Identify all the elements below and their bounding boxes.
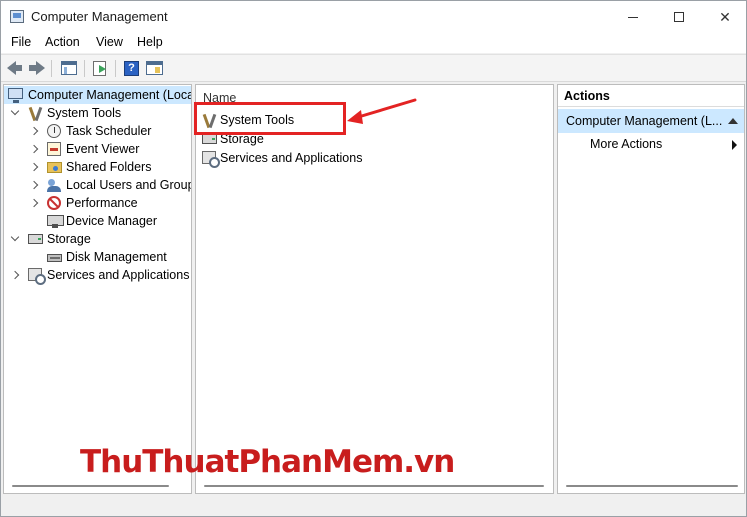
menu-action[interactable]: Action	[45, 35, 80, 49]
tree-item-event-viewer[interactable]: Event Viewer	[4, 140, 191, 158]
computer-management-window: Computer Management ✕ File Action View H…	[0, 0, 747, 517]
event-viewer-icon	[47, 142, 61, 156]
collapse-up-icon[interactable]	[728, 118, 738, 124]
scrollbar-thumb[interactable]	[204, 485, 544, 487]
forward-arrow-icon	[29, 61, 45, 75]
watermark-logo: ThuThuatPhanMem.vn	[80, 444, 455, 480]
maximize-button[interactable]	[656, 1, 702, 33]
storage-icon	[202, 134, 217, 144]
results-pane[interactable]: Name System Tools Storage Services and A…	[195, 84, 554, 494]
tree-root-computer-management[interactable]: Computer Management (Local	[4, 86, 191, 104]
more-actions-item[interactable]: More Actions	[590, 137, 662, 151]
clock-icon	[47, 124, 61, 138]
tree-item-label: Disk Management	[66, 250, 167, 264]
title-bar[interactable]: Computer Management ✕	[1, 1, 746, 33]
services-icon	[28, 268, 46, 285]
performance-icon	[47, 196, 61, 210]
menu-help[interactable]: Help	[137, 35, 163, 49]
tree-horizontal-scrollbar[interactable]	[12, 481, 187, 491]
disk-icon	[47, 254, 62, 262]
toolbar-divider	[115, 60, 116, 77]
tree-item-disk-management[interactable]: Disk Management	[4, 248, 191, 266]
chevron-right-icon[interactable]	[29, 126, 39, 136]
close-button[interactable]: ✕	[702, 1, 747, 33]
back-arrow-icon	[7, 61, 22, 75]
action-pane-icon	[146, 61, 163, 75]
scrollbar-thumb[interactable]	[566, 485, 738, 487]
toolbar-divider	[51, 60, 52, 77]
console-tree-pane[interactable]: Computer Management (Local System Tools …	[3, 84, 192, 494]
tree-root-label: Computer Management (Local	[28, 88, 192, 102]
menu-view[interactable]: View	[96, 35, 123, 49]
window-title: Computer Management	[31, 9, 168, 24]
watermark-part-c: .vn	[403, 444, 455, 480]
back-button[interactable]	[5, 59, 25, 77]
close-icon: ✕	[719, 9, 731, 25]
tree-item-label: Task Scheduler	[66, 124, 152, 138]
chevron-right-icon[interactable]	[29, 198, 39, 208]
actions-pane: Actions Computer Management (L... More A…	[557, 84, 745, 494]
show-hide-action-pane-button[interactable]	[144, 59, 164, 77]
actions-header: Actions	[558, 85, 744, 107]
highlight-box	[194, 102, 346, 135]
tree-item-storage[interactable]: Storage	[4, 230, 191, 248]
device-manager-icon	[47, 214, 64, 229]
actions-section-computer-management[interactable]: Computer Management (L...	[558, 109, 744, 133]
computer-management-icon	[10, 10, 24, 23]
minimize-button[interactable]	[610, 1, 656, 33]
tree-item-label: Performance	[66, 196, 138, 210]
storage-icon	[28, 234, 43, 244]
chevron-down-icon[interactable]	[10, 106, 20, 116]
services-icon	[202, 151, 220, 168]
tree-item-label: System Tools	[47, 106, 122, 120]
computer-icon	[8, 88, 23, 103]
tree-item-label: Event Viewer	[66, 142, 140, 156]
tree-item-system-tools[interactable]: System Tools	[4, 104, 191, 122]
toolbar-divider	[84, 60, 85, 77]
help-button[interactable]: ?	[121, 59, 141, 77]
chevron-right-icon[interactable]	[29, 144, 39, 154]
submenu-arrow-icon	[732, 140, 737, 150]
tree-item-label: Shared Folders	[66, 160, 152, 174]
red-pointer-arrow-icon	[347, 98, 417, 124]
menu-file[interactable]: File	[11, 35, 31, 49]
actions-horizontal-scrollbar[interactable]	[566, 481, 738, 491]
tree-item-task-scheduler[interactable]: Task Scheduler	[4, 122, 191, 140]
tree-item-label: Services and Applications	[47, 268, 190, 282]
tools-icon	[28, 106, 44, 121]
forward-button[interactable]	[27, 59, 47, 77]
list-item-label: Services and Applications	[220, 151, 363, 165]
help-icon: ?	[124, 61, 139, 76]
toolbar: ?	[1, 54, 746, 82]
tree-item-local-users-and-groups[interactable]: Local Users and Groups	[4, 176, 191, 194]
chevron-right-icon[interactable]	[29, 162, 39, 172]
console-tree-icon	[61, 61, 77, 75]
tree-item-performance[interactable]: Performance	[4, 194, 191, 212]
export-icon	[93, 61, 106, 76]
maximize-icon	[674, 12, 684, 22]
tree-item-label: Local Users and Groups	[66, 178, 192, 192]
tree-item-device-manager[interactable]: Device Manager	[4, 212, 191, 230]
chevron-right-icon[interactable]	[10, 270, 20, 280]
scrollbar-thumb[interactable]	[12, 485, 169, 487]
show-hide-console-tree-button[interactable]	[59, 59, 79, 77]
tree-item-label: Device Manager	[66, 214, 158, 228]
menu-bar: File Action View Help	[1, 33, 746, 53]
chevron-right-icon[interactable]	[29, 180, 39, 190]
results-horizontal-scrollbar[interactable]	[204, 481, 544, 491]
shared-folder-icon	[47, 162, 62, 173]
chevron-down-icon[interactable]	[10, 232, 20, 242]
minimize-icon	[628, 17, 638, 18]
tree-item-services-and-applications[interactable]: Services and Applications	[4, 266, 191, 285]
actions-section-label: Computer Management (L...	[566, 114, 723, 128]
watermark-part-b: PhanMem	[238, 444, 404, 480]
watermark-part-a: ThuThuat	[80, 444, 239, 480]
users-icon	[47, 178, 63, 193]
tree-item-shared-folders[interactable]: Shared Folders	[4, 158, 191, 176]
status-bar	[1, 496, 746, 516]
export-list-button[interactable]	[90, 59, 110, 77]
tree-item-label: Storage	[47, 232, 91, 246]
